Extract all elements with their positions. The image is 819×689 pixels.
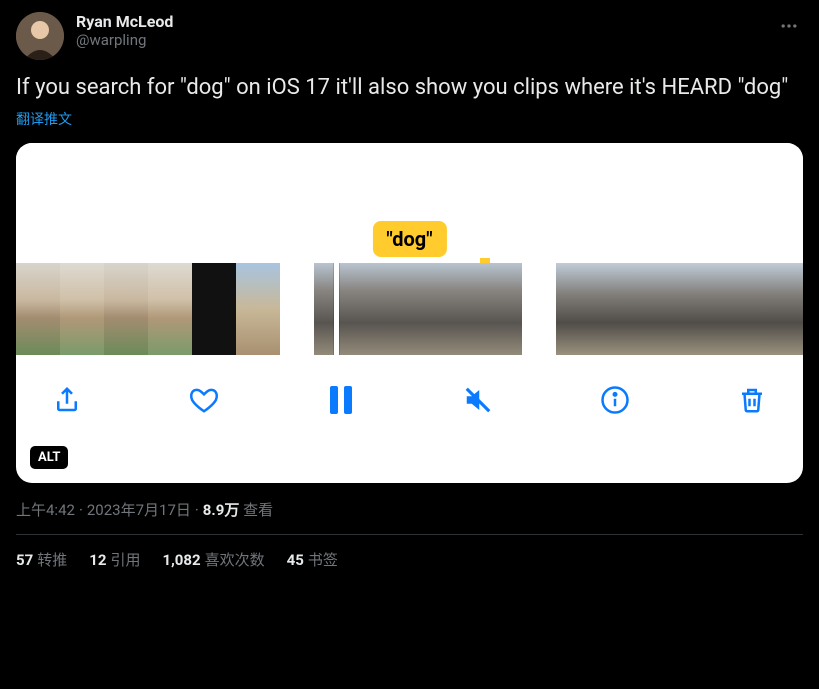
- clip-group-right: [556, 263, 803, 355]
- mute-button[interactable]: [461, 383, 495, 417]
- timeline-frame: [16, 263, 60, 355]
- share-button[interactable]: [50, 383, 84, 417]
- timeline-frame: [236, 263, 280, 355]
- timeline-frame: [192, 263, 236, 355]
- search-highlight-label: "dog": [372, 221, 446, 257]
- tweet-time[interactable]: 上午4:42: [16, 501, 75, 519]
- playhead[interactable]: [334, 263, 339, 355]
- media-preview-top: "dog": [16, 143, 803, 263]
- video-timeline[interactable]: [16, 263, 803, 355]
- clip-group-center: [314, 263, 522, 355]
- bookmarks-stat[interactable]: 45书签: [287, 549, 338, 570]
- tweet-date[interactable]: 2023年7月17日: [87, 501, 191, 519]
- likes-label: 喜欢次数: [205, 551, 265, 569]
- display-name[interactable]: Ryan McLeod: [76, 12, 775, 31]
- tweet-header: Ryan McLeod @warpling: [16, 12, 803, 60]
- quotes-count: 12: [89, 551, 106, 569]
- timeline-frame: [148, 263, 192, 355]
- timeline-frame: [470, 263, 522, 355]
- timeline-frame: [694, 263, 740, 355]
- timeline-frame: [648, 263, 694, 355]
- timeline-gap: [280, 263, 314, 355]
- pause-icon: [330, 386, 352, 414]
- clip-group-left: [16, 263, 280, 355]
- user-info: Ryan McLeod @warpling: [76, 12, 775, 49]
- timeline-frame: [104, 263, 148, 355]
- views-count: 8.9万: [203, 501, 240, 519]
- likes-stat[interactable]: 1,082 喜欢次数: [162, 549, 264, 570]
- views-label: 查看: [243, 501, 273, 519]
- tweet-meta: 上午4:42·2023年7月17日·8.9万 查看: [16, 499, 803, 520]
- timeline-frame: [786, 263, 803, 355]
- timeline-frame: [418, 263, 470, 355]
- tweet-stats: 57转推 12引用 1,082 喜欢次数 45书签: [16, 535, 803, 570]
- delete-button[interactable]: [735, 383, 769, 417]
- quotes-label: 引用: [110, 551, 140, 569]
- media-card[interactable]: "dog": [16, 143, 803, 483]
- quotes-stat[interactable]: 12引用: [89, 549, 140, 570]
- tweet-text: If you search for "dog" on iOS 17 it'll …: [16, 74, 803, 103]
- timeline-frame: [366, 263, 418, 355]
- timeline-frame: [602, 263, 648, 355]
- retweets-count: 57: [16, 551, 33, 569]
- timeline-frame: [740, 263, 786, 355]
- timeline-frame: [60, 263, 104, 355]
- pause-button[interactable]: [324, 383, 358, 417]
- retweets-label: 转推: [37, 551, 67, 569]
- info-button[interactable]: [598, 383, 632, 417]
- likes-count: 1,082: [162, 551, 200, 569]
- like-button[interactable]: [187, 383, 221, 417]
- alt-badge[interactable]: ALT: [30, 446, 68, 469]
- media-toolbar: [16, 355, 803, 441]
- more-button[interactable]: [775, 12, 803, 44]
- translate-link[interactable]: 翻译推文: [16, 109, 803, 129]
- bookmarks-count: 45: [287, 551, 304, 569]
- timeline-frame: [314, 263, 366, 355]
- tweet-container: Ryan McLeod @warpling If you search for …: [0, 0, 819, 582]
- bookmarks-label: 书签: [308, 551, 338, 569]
- timeline-gap: [522, 263, 556, 355]
- retweets-stat[interactable]: 57转推: [16, 549, 67, 570]
- avatar[interactable]: [16, 12, 64, 60]
- timeline-frame: [556, 263, 602, 355]
- user-handle[interactable]: @warpling: [76, 31, 775, 49]
